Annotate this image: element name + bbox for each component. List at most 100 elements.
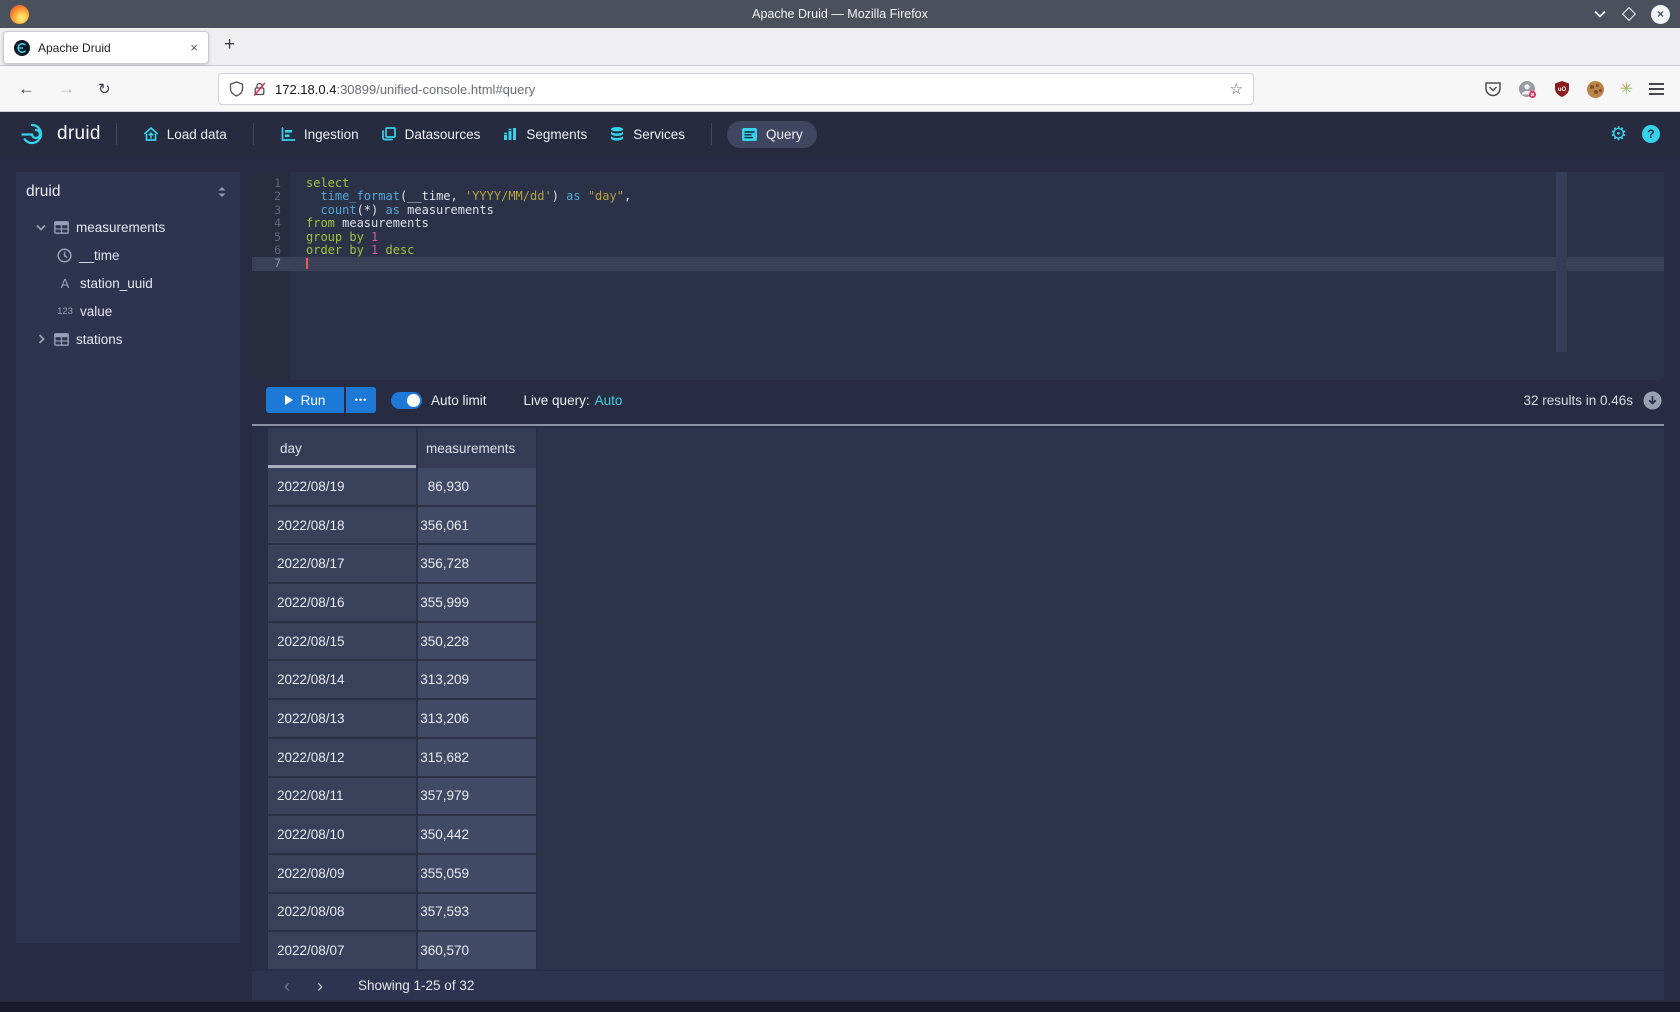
minimize-button[interactable] xyxy=(1593,8,1607,20)
nav-item-label: Load data xyxy=(167,127,227,142)
auto-limit-label[interactable]: Auto limit xyxy=(431,393,487,408)
row-filler xyxy=(538,894,1664,933)
cell-day[interactable]: 2022/08/16 xyxy=(268,584,418,623)
row-lead xyxy=(252,545,268,584)
cell-day[interactable]: 2022/08/12 xyxy=(268,739,418,778)
string-type-icon: A xyxy=(57,276,73,291)
cell-day[interactable]: 2022/08/18 xyxy=(268,507,418,546)
page-next-icon[interactable]: › xyxy=(312,977,328,995)
nav-item-query[interactable]: Query xyxy=(727,121,817,148)
nav-item-label: Datasources xyxy=(405,127,481,142)
row-filler xyxy=(538,623,1664,662)
cell-day[interactable]: 2022/08/08 xyxy=(268,894,418,933)
cell-day[interactable]: 2022/08/15 xyxy=(268,623,418,662)
ublock-icon[interactable]: uO xyxy=(1553,80,1571,98)
editor-scrollbar[interactable] xyxy=(1556,172,1567,352)
table-row: 2022/08/12 315,682 xyxy=(252,739,1664,778)
table-row: 2022/08/13 313,206 xyxy=(252,700,1664,739)
tree-item-value[interactable]: 123 value xyxy=(16,297,240,325)
cell-day[interactable]: 2022/08/11 xyxy=(268,778,418,817)
table-row: 2022/08/15 350,228 xyxy=(252,623,1664,662)
run-more-button[interactable]: ••• xyxy=(346,387,376,413)
auto-limit-toggle[interactable] xyxy=(391,392,422,409)
cell-measurements[interactable]: 355,999 xyxy=(418,584,538,623)
segments-icon xyxy=(502,126,518,142)
query-icon xyxy=(741,127,758,142)
cell-measurements[interactable]: 356,728 xyxy=(418,545,538,584)
tracking-shield-icon[interactable] xyxy=(229,81,244,97)
help-icon[interactable]: ? xyxy=(1642,125,1660,143)
cell-day[interactable]: 2022/08/07 xyxy=(268,932,418,971)
tree-item-time[interactable]: __time xyxy=(16,241,240,269)
bookmark-star-icon[interactable]: ☆ xyxy=(1230,80,1243,98)
table-row: 2022/08/14 313,209 xyxy=(252,661,1664,700)
cell-measurements[interactable]: 350,228 xyxy=(418,623,538,662)
new-tab-button[interactable]: + xyxy=(224,34,235,56)
cell-day[interactable]: 2022/08/13 xyxy=(268,700,418,739)
sql-editor[interactable]: select time_format(__time, 'YYYY/MM/dd')… xyxy=(252,172,1664,380)
cell-measurements[interactable]: 356,061 xyxy=(418,507,538,546)
editor-code[interactable]: select time_format(__time, 'YYYY/MM/dd')… xyxy=(290,177,1664,271)
nav-item-load-data[interactable]: Load data xyxy=(132,120,238,148)
nav-item-services[interactable]: Services xyxy=(598,120,696,148)
row-filler xyxy=(538,739,1664,778)
settings-gear-icon[interactable]: ⚙ xyxy=(1610,125,1627,144)
column-header-day[interactable]: day xyxy=(268,428,418,468)
nav-item-ingestion[interactable]: Ingestion xyxy=(269,120,370,148)
screen: Apache Druid — Mozilla Firefox × Apache … xyxy=(0,0,1680,1012)
tree-item-stations[interactable]: stations xyxy=(16,325,240,353)
menu-hamburger-icon[interactable] xyxy=(1649,83,1664,95)
run-button[interactable]: Run xyxy=(266,387,344,413)
tab-close-icon[interactable]: × xyxy=(190,40,198,55)
cell-measurements[interactable]: 357,979 xyxy=(418,778,538,817)
cell-day[interactable]: 2022/08/17 xyxy=(268,545,418,584)
editor-results-splitter[interactable] xyxy=(252,424,1664,426)
cell-measurements[interactable]: 350,442 xyxy=(418,816,538,855)
cell-day[interactable]: 2022/08/10 xyxy=(268,816,418,855)
cell-day[interactable]: 2022/08/14 xyxy=(268,661,418,700)
column-header-measurements[interactable]: measurements xyxy=(418,428,538,468)
row-lead xyxy=(252,507,268,546)
maximize-button[interactable] xyxy=(1622,7,1636,21)
druid-logo-icon xyxy=(20,122,50,146)
close-button[interactable]: × xyxy=(1651,5,1670,24)
forward-button[interactable]: → xyxy=(58,79,75,99)
cell-day[interactable]: 2022/08/09 xyxy=(268,855,418,894)
cell-measurements[interactable]: 313,206 xyxy=(418,700,538,739)
cell-measurements[interactable]: 360,570 xyxy=(418,932,538,971)
chevron-right-icon[interactable] xyxy=(35,334,47,344)
cell-measurements[interactable]: 357,593 xyxy=(418,894,538,933)
insecure-lock-icon[interactable] xyxy=(252,81,267,97)
cell-measurements[interactable]: 86,930 xyxy=(418,468,538,507)
play-icon xyxy=(285,395,293,405)
double-caret-icon[interactable] xyxy=(216,185,228,199)
live-query-value[interactable]: Auto xyxy=(595,393,623,408)
table-row: 2022/08/11 357,979 xyxy=(252,778,1664,817)
load-data-icon xyxy=(143,126,159,142)
download-icon[interactable] xyxy=(1643,391,1662,410)
chevron-down-icon[interactable] xyxy=(35,224,47,231)
row-lead xyxy=(252,584,268,623)
row-filler xyxy=(538,778,1664,817)
nav-item-segments[interactable]: Segments xyxy=(491,120,598,148)
browser-tab[interactable]: Apache Druid × xyxy=(3,31,209,64)
table-row: 2022/08/07 360,570 xyxy=(252,932,1664,971)
page-prev-icon[interactable]: ‹ xyxy=(279,977,295,995)
druid-logo[interactable]: druid xyxy=(20,122,101,146)
cell-measurements[interactable]: 355,059 xyxy=(418,855,538,894)
url-bar[interactable]: 172.18.0.4:30899/unified-console.html#qu… xyxy=(218,73,1254,105)
cell-measurements[interactable]: 313,209 xyxy=(418,661,538,700)
tree-item-station-uuid[interactable]: A station_uuid xyxy=(16,269,240,297)
browser-toolbar: ← → ↻ 172.18.0.4:30899/unified-console.h… xyxy=(0,66,1680,112)
tree-item-measurements[interactable]: measurements xyxy=(16,213,240,241)
extension-asterisk-icon[interactable]: ✳ xyxy=(1620,79,1633,99)
back-button[interactable]: ← xyxy=(18,79,35,99)
pocket-icon[interactable] xyxy=(1484,81,1502,98)
cookie-icon[interactable] xyxy=(1587,81,1604,98)
table-row: 2022/08/16 355,999 xyxy=(252,584,1664,623)
account-extension-icon[interactable] xyxy=(1518,80,1537,99)
nav-item-datasources[interactable]: Datasources xyxy=(370,120,492,148)
cell-day[interactable]: 2022/08/19 xyxy=(268,468,418,507)
cell-measurements[interactable]: 315,682 xyxy=(418,739,538,778)
reload-button[interactable]: ↻ xyxy=(98,80,111,98)
